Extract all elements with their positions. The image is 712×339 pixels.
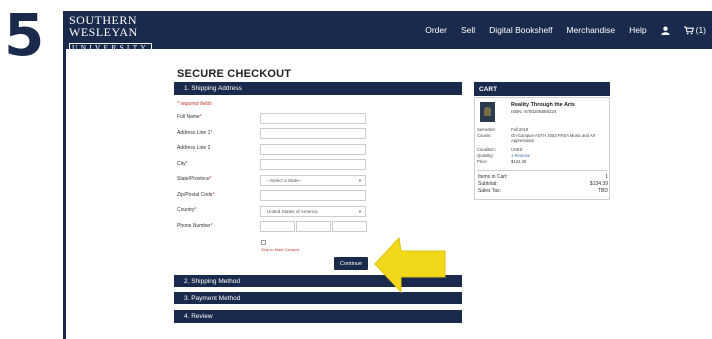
- subtotal-label: Subtotal:: [478, 181, 498, 187]
- label-state: State/Province*: [177, 176, 212, 182]
- condition-label: Condition:: [477, 147, 496, 152]
- quantity-remove-link[interactable]: 1 Remove: [511, 153, 609, 158]
- items-in-cart-value: 1: [605, 174, 608, 180]
- book-isbn: ISBN: 9780205858224: [511, 109, 557, 114]
- price-label: Price:: [477, 159, 488, 164]
- cart-icon: [683, 25, 694, 35]
- nav-menu: Order Sell Digital Bookshelf Merchandise…: [425, 11, 706, 49]
- items-in-cart-label: Items in Cart:: [478, 174, 508, 180]
- top-navbar: SOUTHERN WESLEYAN UNIVERSITY Order Sell …: [63, 11, 712, 53]
- course-value: On-Campus-ASTH 2053 FRSA Music and Art A…: [511, 133, 596, 144]
- label-full-name: Full Name*: [177, 114, 202, 120]
- ship-to-campus-label: Ship to Main Campus: [261, 247, 300, 252]
- country-select[interactable]: United States of America ▼: [260, 206, 366, 217]
- label-city: City*: [177, 161, 188, 167]
- cart-link[interactable]: (1): [683, 25, 706, 35]
- nav-order[interactable]: Order: [425, 25, 447, 35]
- sales-tax-label: Sales Tax:: [478, 188, 501, 194]
- phone-line-input[interactable]: [332, 221, 367, 232]
- nav-sell[interactable]: Sell: [461, 25, 475, 35]
- dropdown-caret-icon: ▼: [358, 209, 362, 214]
- city-input[interactable]: [260, 159, 366, 170]
- page-title: SECURE CHECKOUT: [177, 68, 292, 80]
- phone-area-input[interactable]: [260, 221, 295, 232]
- book-title[interactable]: Reality Through the Arts: [511, 102, 575, 108]
- label-zip: Zip/Postal Code*: [177, 192, 215, 198]
- nav-merchandise[interactable]: Merchandise: [566, 25, 615, 35]
- label-address-line-2: Address Line 2: [177, 145, 211, 151]
- phone-prefix-input[interactable]: [296, 221, 331, 232]
- zip-input[interactable]: [260, 190, 366, 201]
- logo-line-3: UNIVERSITY: [69, 43, 152, 53]
- pointer-arrow-icon: [372, 236, 448, 301]
- continue-button[interactable]: Continue: [334, 257, 368, 270]
- step-number: 5: [4, 1, 45, 69]
- logo-line-2: WESLEYAN: [69, 25, 138, 39]
- label-phone: Phone Number*: [177, 223, 213, 229]
- cart-divider: [477, 170, 607, 171]
- dropdown-caret-icon: ▼: [358, 178, 362, 183]
- semester-label: Semester:: [477, 127, 497, 132]
- address-line-2-input[interactable]: [260, 144, 366, 155]
- university-logo[interactable]: SOUTHERN WESLEYAN UNIVERSITY: [69, 14, 152, 54]
- condition-value: USED: [511, 147, 523, 152]
- semester-value: Fall 2019: [511, 127, 529, 132]
- frame-border: [63, 11, 66, 339]
- user-icon[interactable]: [661, 26, 670, 35]
- course-label: Course:: [477, 133, 492, 138]
- address-line-1-input[interactable]: [260, 128, 366, 139]
- label-address-line-1: Address Line 1*: [177, 130, 213, 136]
- required-note: * required fields: [177, 101, 212, 107]
- sales-tax-value: TBD: [598, 188, 608, 194]
- state-select[interactable]: --Select a State-- ▼: [260, 175, 366, 186]
- section-review[interactable]: 4. Review: [174, 310, 462, 323]
- full-name-input[interactable]: [260, 113, 366, 124]
- book-thumbnail[interactable]: [480, 102, 495, 122]
- label-country: Country*: [177, 207, 197, 213]
- price-value: $134.39: [511, 159, 527, 164]
- cart-header: CART: [474, 82, 610, 96]
- section-shipping-address[interactable]: 1. Shipping Address: [174, 82, 462, 95]
- nav-help[interactable]: Help: [629, 25, 646, 35]
- subtotal-value: $134.39: [589, 181, 608, 187]
- quantity-label: Quantity:: [477, 153, 494, 158]
- cart-count: (1): [695, 25, 706, 35]
- ship-to-campus-checkbox[interactable]: [261, 240, 266, 245]
- nav-digital-bookshelf[interactable]: Digital Bookshelf: [489, 25, 552, 35]
